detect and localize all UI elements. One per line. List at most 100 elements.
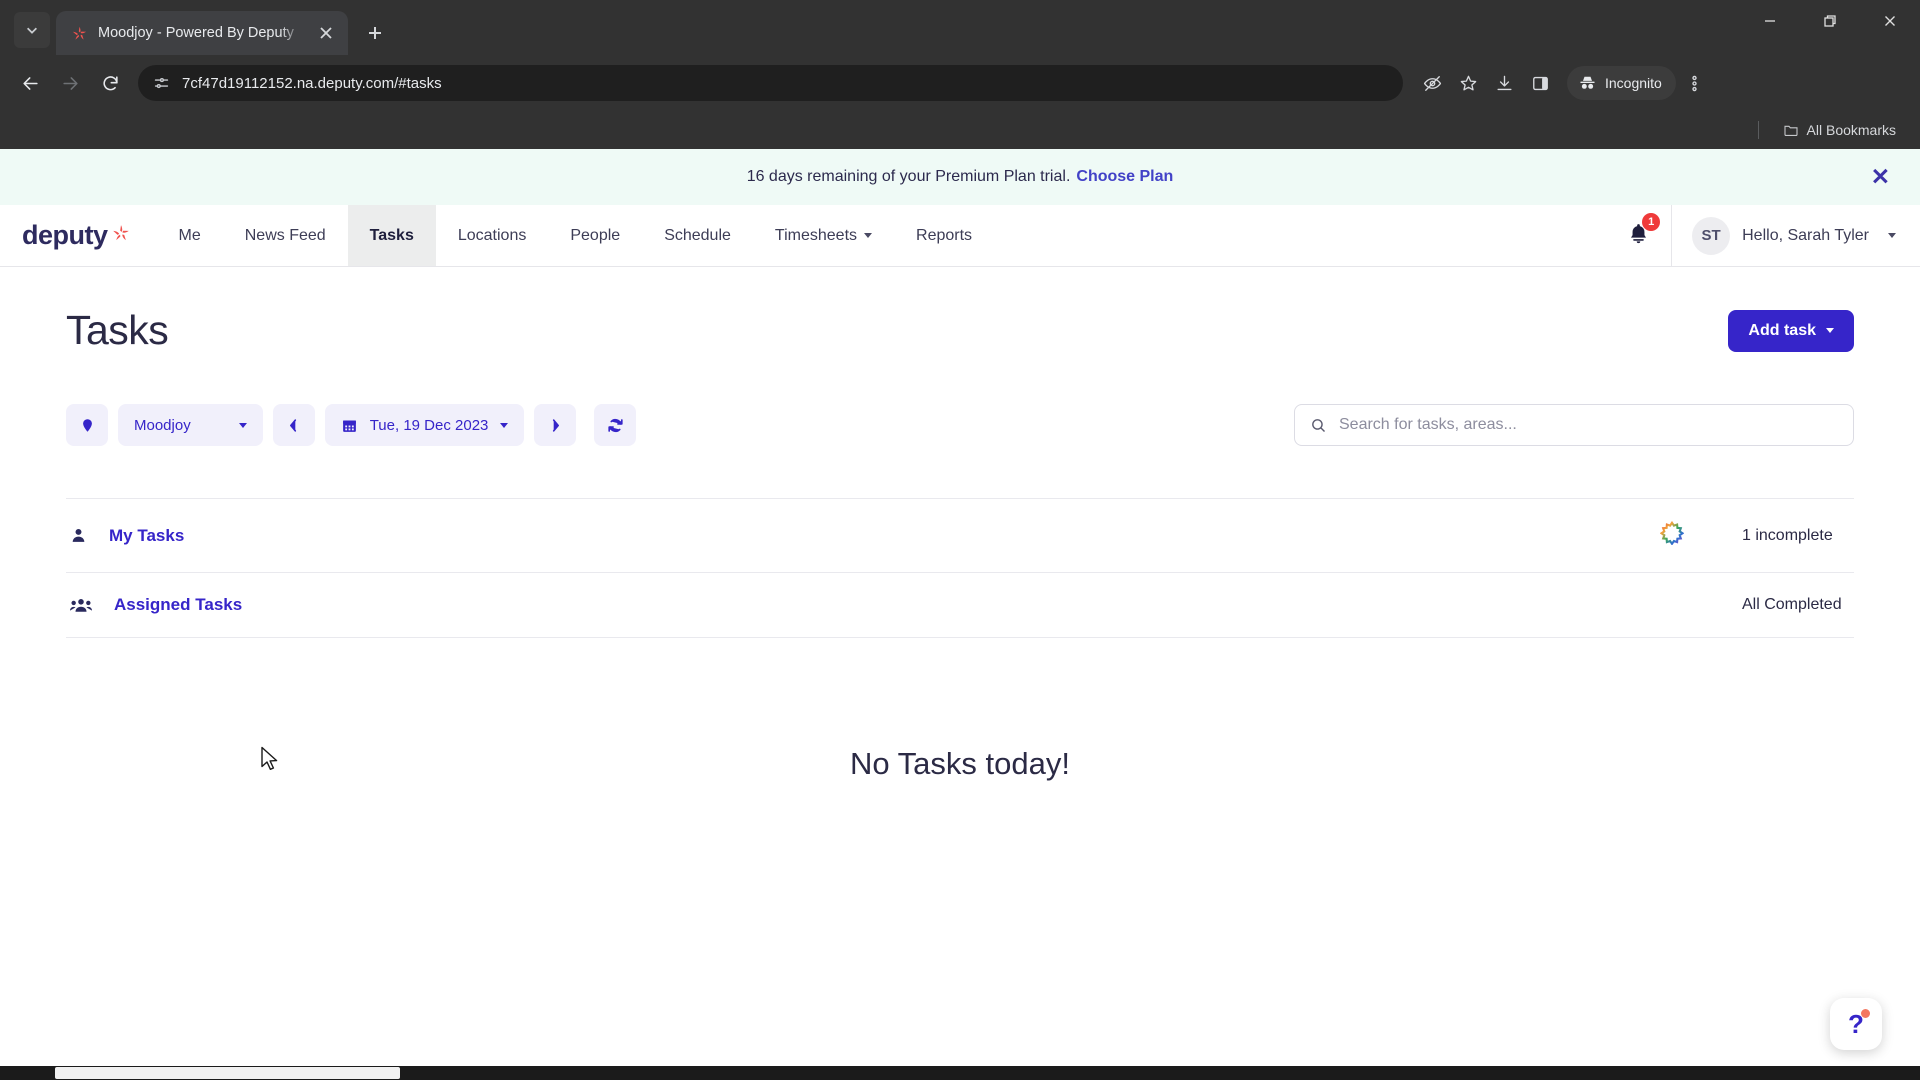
search-icon (1312, 418, 1326, 432)
nav-label: News Feed (244, 226, 326, 244)
previous-day-button[interactable] (272, 404, 315, 446)
incognito-indicator[interactable]: Incognito (1567, 66, 1676, 100)
nav-item-timesheets[interactable]: Timesheets (753, 205, 894, 266)
new-tab-button[interactable] (358, 16, 392, 50)
add-task-button[interactable]: Add task (1728, 309, 1854, 352)
refresh-button[interactable] (594, 404, 637, 446)
three-dot-menu-icon (1692, 75, 1698, 91)
address-bar-url: 7cf47d19112152.na.deputy.com/#tasks (182, 74, 442, 92)
nav-label: Locations (457, 226, 527, 244)
task-sections: My Tasks 1 incomplete Assigned Tasks All… (66, 498, 1854, 638)
window-controls (1740, 0, 1920, 55)
folder-icon (1783, 125, 1798, 136)
deputy-star-icon (70, 24, 88, 42)
task-section-left: My Tasks (66, 526, 184, 546)
chevron-down-icon (238, 422, 247, 428)
task-section-left: Assigned Tasks (66, 595, 242, 615)
trial-banner: 16 days remaining of your Premium Plan t… (0, 149, 1920, 205)
date-selector[interactable]: Tue, 19 Dec 2023 (324, 404, 525, 446)
add-task-label: Add task (1748, 321, 1816, 339)
tab-search-button[interactable] (14, 12, 50, 48)
filter-toolbar: Moodjoy Tue, 19 Dec 2023 (66, 404, 1854, 446)
choose-plan-link[interactable]: Choose Plan (1076, 168, 1173, 186)
task-section-assigned-tasks: Assigned Tasks All Completed (66, 572, 1854, 638)
deputy-logo[interactable]: deputy (0, 205, 157, 266)
assigned-tasks-status: All Completed (1742, 596, 1842, 613)
location-selector[interactable]: Moodjoy (118, 404, 263, 446)
nav-label: Schedule (664, 226, 731, 244)
arrow-right-icon (62, 76, 78, 90)
all-bookmarks-button[interactable]: All Bookmarks (1777, 118, 1902, 142)
reload-button[interactable] (92, 65, 128, 101)
downloads-icon (1496, 75, 1512, 90)
bookmark-star-icon (1460, 75, 1476, 91)
minimize-icon (1765, 20, 1775, 22)
nav-label: Tasks (369, 226, 414, 244)
nav-label: Me (178, 226, 201, 244)
nav-item-reports[interactable]: Reports (894, 205, 994, 266)
help-button[interactable]: ? (1830, 998, 1882, 1050)
nav-item-news-feed[interactable]: News Feed (223, 205, 348, 266)
task-section-right: 1 incomplete (1659, 520, 1854, 550)
page-info-icon[interactable] (152, 74, 170, 92)
task-section-right: All Completed (1742, 596, 1854, 614)
back-button[interactable] (12, 65, 48, 101)
chevron-left-icon (290, 418, 297, 432)
help-notification-dot (1861, 1009, 1870, 1018)
nav-label: Reports (916, 226, 973, 244)
empty-state-message: No Tasks today! (850, 746, 1070, 781)
side-panel-button[interactable] (1523, 66, 1557, 100)
nav-item-me[interactable]: Me (157, 205, 223, 266)
chevron-down-icon (27, 27, 37, 34)
users-icon (70, 598, 92, 612)
plus-icon (369, 27, 381, 39)
side-panel-icon (1532, 76, 1548, 90)
window-close-button[interactable] (1860, 0, 1920, 42)
user-icon (72, 528, 85, 542)
bookmark-button[interactable] (1451, 66, 1485, 100)
downloads-button[interactable] (1487, 66, 1521, 100)
deputy-star-icon (111, 223, 131, 248)
window-maximize-button[interactable] (1800, 0, 1860, 42)
hide-password-button[interactable] (1415, 66, 1449, 100)
nav-item-people[interactable]: People (548, 205, 642, 266)
forward-button[interactable] (52, 65, 88, 101)
chrome-menu-button[interactable] (1678, 66, 1712, 100)
location-pin-button[interactable] (66, 404, 108, 446)
browser-window: Moodjoy - Powered By Deputy 7cf47d191121… (0, 0, 1920, 1080)
arrow-left-icon (22, 76, 38, 90)
nav-item-schedule[interactable]: Schedule (642, 205, 753, 266)
browser-toolbar: 7cf47d19112152.na.deputy.com/#tasks Inco… (0, 55, 1920, 111)
nav-label: Timesheets (774, 226, 858, 244)
chevron-down-icon (1888, 233, 1896, 238)
close-icon (1885, 16, 1895, 26)
nav-label: People (570, 226, 621, 244)
chevron-down-icon (1826, 328, 1834, 333)
banner-close-button[interactable]: ✕ (1871, 165, 1890, 189)
search-input[interactable] (1339, 416, 1838, 434)
horizontal-scrollbar-thumb[interactable] (55, 1067, 400, 1079)
horizontal-scrollbar[interactable] (0, 1066, 1920, 1080)
notifications-button[interactable]: 1 (1606, 212, 1671, 251)
nav-items: Me News Feed Tasks Locations People Sche… (157, 205, 995, 266)
toolbar-icons: Incognito (1415, 66, 1712, 100)
notification-badge: 1 (1642, 212, 1661, 231)
user-greeting: Hello, Sarah Tyler (1742, 226, 1869, 244)
tab-close-button[interactable] (314, 21, 338, 45)
tab-title: Moodjoy - Powered By Deputy (98, 25, 294, 41)
trial-banner-message: 16 days remaining of your Premium Plan t… (746, 168, 1071, 185)
search-container[interactable] (1294, 404, 1854, 446)
all-bookmarks-label: All Bookmarks (1806, 122, 1896, 138)
browser-tab[interactable]: Moodjoy - Powered By Deputy (56, 11, 348, 55)
address-bar[interactable]: 7cf47d19112152.na.deputy.com/#tasks (138, 65, 1403, 101)
nav-item-tasks[interactable]: Tasks (347, 205, 436, 266)
calendar-icon (342, 420, 356, 432)
my-tasks-link[interactable]: My Tasks (109, 526, 184, 546)
window-minimize-button[interactable] (1740, 0, 1800, 42)
nav-item-locations[interactable]: Locations (436, 205, 549, 266)
navbar-right: 1 ST Hello, Sarah Tyler (1606, 204, 1920, 267)
user-menu[interactable]: ST Hello, Sarah Tyler (1672, 216, 1896, 255)
loading-spinner-icon (1659, 520, 1685, 550)
next-day-button[interactable] (534, 404, 577, 446)
assigned-tasks-link[interactable]: Assigned Tasks (114, 595, 242, 615)
